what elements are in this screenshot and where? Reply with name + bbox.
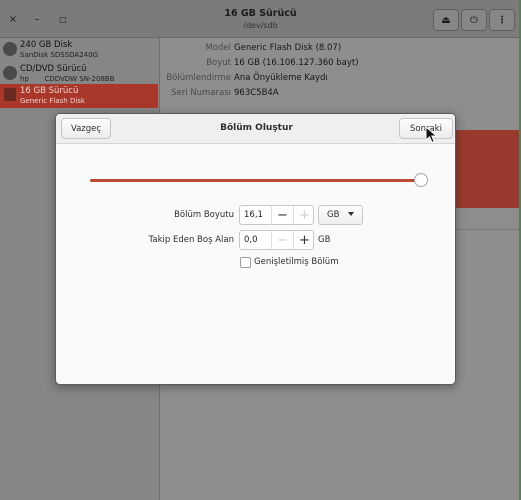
partition-size-label: Bölüm Boyutu [174,210,234,220]
drive-name: 240 GB Disk [20,40,73,50]
window-title: 16 GB Sürücü [224,8,297,19]
chevron-down-icon [348,212,354,216]
create-partition-dialog: Vazgeç Bölüm Oluştur Sonraki Bölüm Boyut… [55,113,456,385]
detail-key: Model [205,43,231,53]
drive-item-cd-dvd[interactable]: CD/DVD Sürücü hp CDDVDW SN-208BB [0,62,158,86]
free-space-label: Takip Eden Boş Alan [148,235,234,245]
detail-key: Bölümlendirme [166,73,231,83]
usb-drive-icon [4,88,16,101]
drive-menu-button[interactable]: ⋮ [489,9,515,31]
size-unit-value: GB [327,210,340,220]
free-space-value[interactable]: 0,0 [244,235,258,245]
minimize-window-button[interactable]: – [28,10,46,28]
drive-model: hp CDDVDW SN-208BB [20,75,115,83]
menu-icon: ⋮ [497,14,507,26]
detail-key: Boyut [206,58,231,68]
minus-icon: − [277,232,288,248]
detail-row-serial: Seri Numarası 963C5B4A [161,88,521,102]
size-unit-dropdown[interactable]: GB [318,205,363,225]
mouse-pointer-icon [425,126,438,144]
free-space-spinbutton[interactable]: 0,0 − + [239,230,314,250]
detail-key: Seri Numarası [171,88,231,98]
size-slider-track[interactable] [90,179,422,182]
plus-icon: + [299,232,310,248]
detail-row-size: Boyut 16 GB (16.106.127.360 bayt) [161,58,521,72]
eject-button[interactable]: ⏏ [433,9,459,31]
drive-name: CD/DVD Sürücü [20,64,87,74]
detail-value: 963C5B4A [234,88,279,98]
extended-partition-checkbox[interactable] [240,257,251,268]
header-bar: × – □ 16 GB Sürücü /dev/sdb ⏏ ⏻ ⋮ [0,0,521,38]
detail-row-model: Model Generic Flash Disk (8.07) [161,43,521,57]
extended-partition-label[interactable]: Genişletilmiş Bölüm [254,257,338,267]
plus-icon: + [299,207,310,223]
drive-item-16gb[interactable]: 16 GB Sürücü Generic Flash Disk [0,84,158,108]
free-space-decrease-button[interactable]: − [271,231,293,249]
eject-icon: ⏏ [441,14,451,26]
dialog-header: Vazgeç Bölüm Oluştur Sonraki [56,114,455,144]
partition-size-spinbutton[interactable]: 16,1 − + [239,205,314,225]
close-icon: × [8,13,18,25]
free-space-unit: GB [318,235,331,245]
detail-row-partitioning: Bölümlendirme Ana Önyükleme Kaydı [161,73,521,87]
maximize-icon: □ [59,14,67,24]
close-window-button[interactable]: × [4,10,22,28]
cancel-button[interactable]: Vazgeç [61,118,111,139]
detail-value: Ana Önyükleme Kaydı [234,73,328,83]
volume-map-toolbar [455,208,519,230]
maximize-window-button[interactable]: □ [54,10,72,28]
drive-item-240gb[interactable]: 240 GB Disk SanDisk SDSSDA240G [0,38,158,62]
power-icon: ⏻ [470,14,478,26]
size-slider-handle[interactable] [414,173,428,187]
partition-size-increase-button[interactable]: + [293,206,313,224]
drive-model: SanDisk SDSSDA240G [20,51,98,59]
partition-size-value[interactable]: 16,1 [244,210,263,220]
minimize-icon: – [34,13,40,25]
partition-size-decrease-button[interactable]: − [271,206,293,224]
window-subtitle: /dev/sdb [243,21,278,30]
detail-value: Generic Flash Disk (8.07) [234,43,342,53]
power-off-button[interactable]: ⏻ [461,9,487,31]
minus-icon: − [277,207,288,223]
optical-drive-icon [3,66,17,80]
drive-name: 16 GB Sürücü [20,86,79,96]
detail-value: 16 GB (16.106.127.360 bayt) [234,58,359,68]
drive-model: Generic Flash Disk [20,97,85,105]
free-space-increase-button[interactable]: + [293,231,313,249]
hard-disk-icon [3,42,17,56]
dialog-title: Bölüm Oluştur [220,123,293,133]
volume-map-free-space[interactable] [455,130,519,208]
